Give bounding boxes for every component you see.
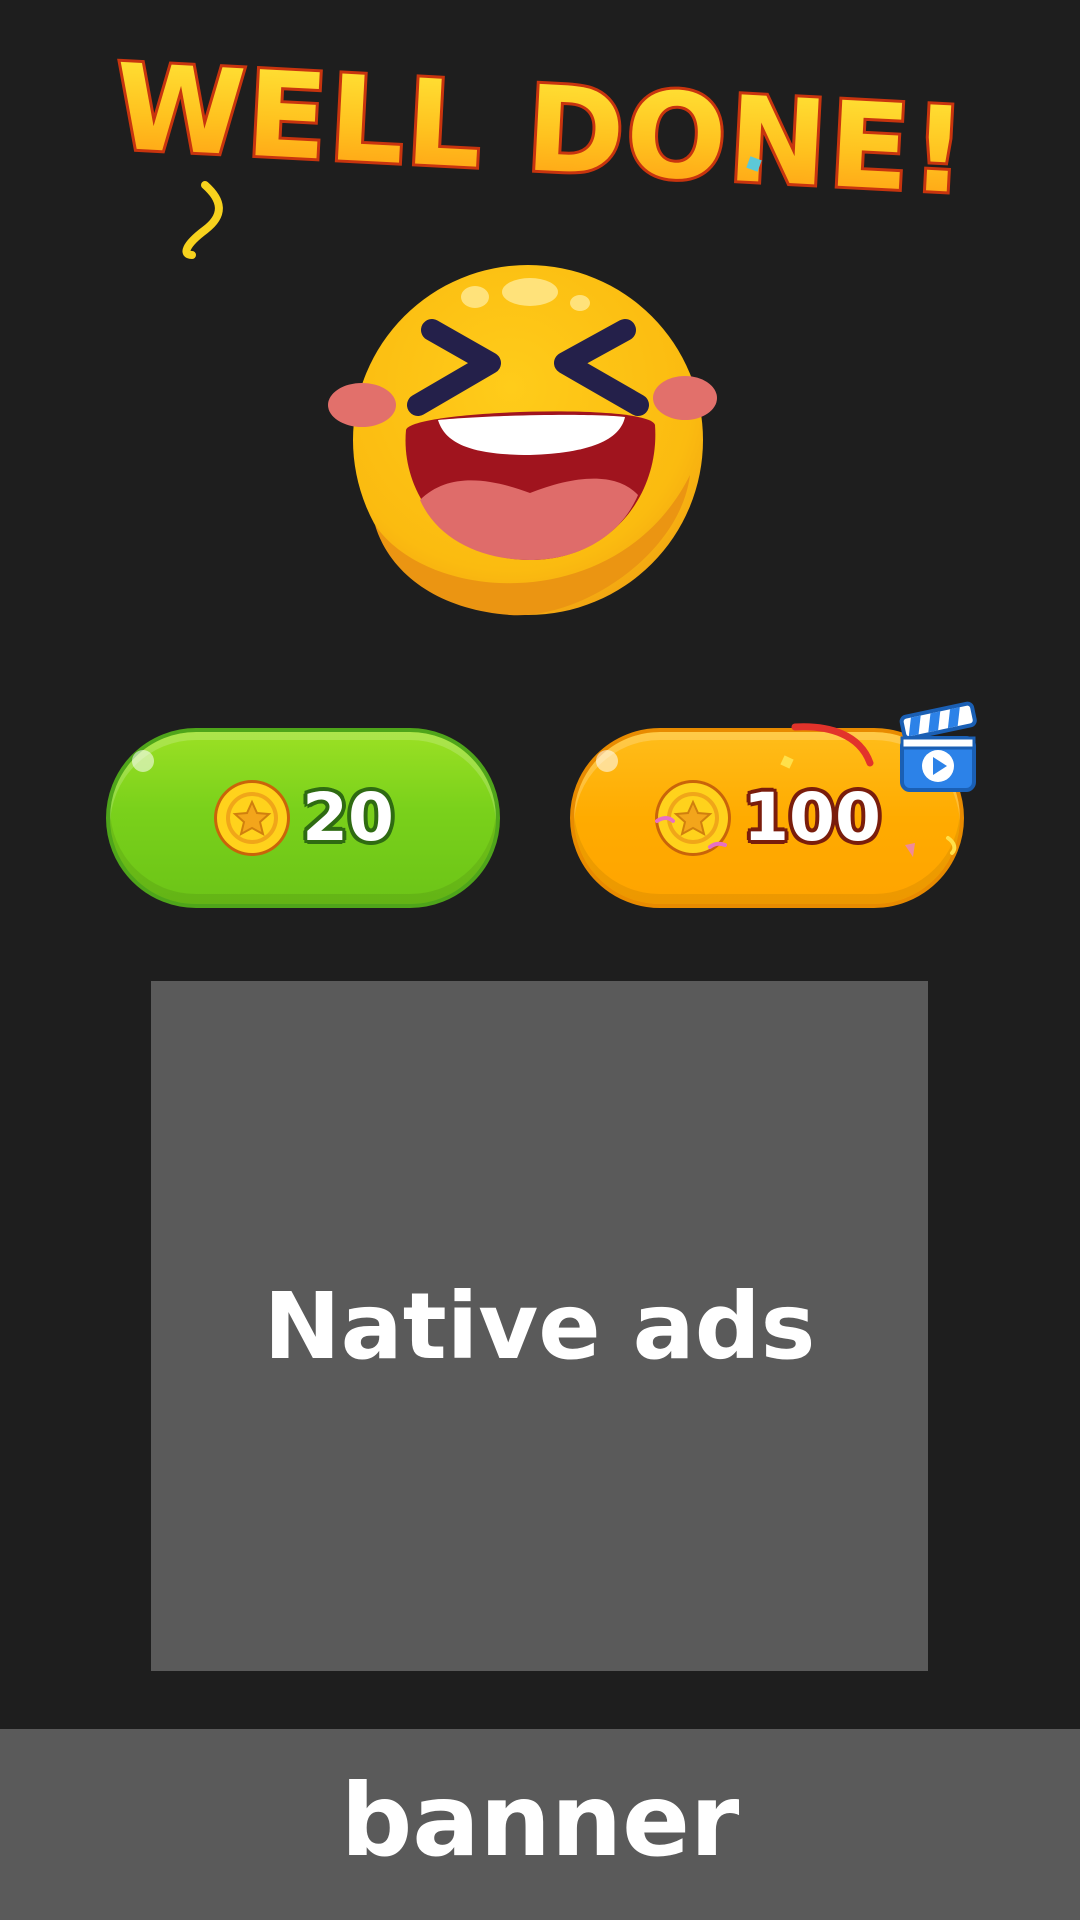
laughing-emoji-icon [328, 265, 717, 616]
coin-icon [214, 780, 291, 856]
streamer-decoration [182, 181, 223, 259]
page-title: WELL DONE! [111, 40, 971, 220]
coin-icon [655, 780, 732, 856]
native-ad-placeholder[interactable]: Native ads [151, 981, 928, 1671]
button-shine [132, 750, 154, 772]
coin-amount: 20 [302, 779, 394, 856]
title-banner: WELL DONE! [0, 40, 1080, 280]
button-shine [596, 750, 618, 772]
banner-ad-placeholder[interactable]: banner [0, 1729, 1080, 1920]
title-art: WELL DONE! [108, 40, 974, 259]
native-ad-label: Native ads [263, 1272, 816, 1380]
video-ad-icon [899, 701, 977, 792]
banner-ad-label: banner [340, 1762, 740, 1879]
coin-amount: 100 [743, 779, 881, 856]
claim-coins-button[interactable]: 20 [106, 728, 500, 908]
